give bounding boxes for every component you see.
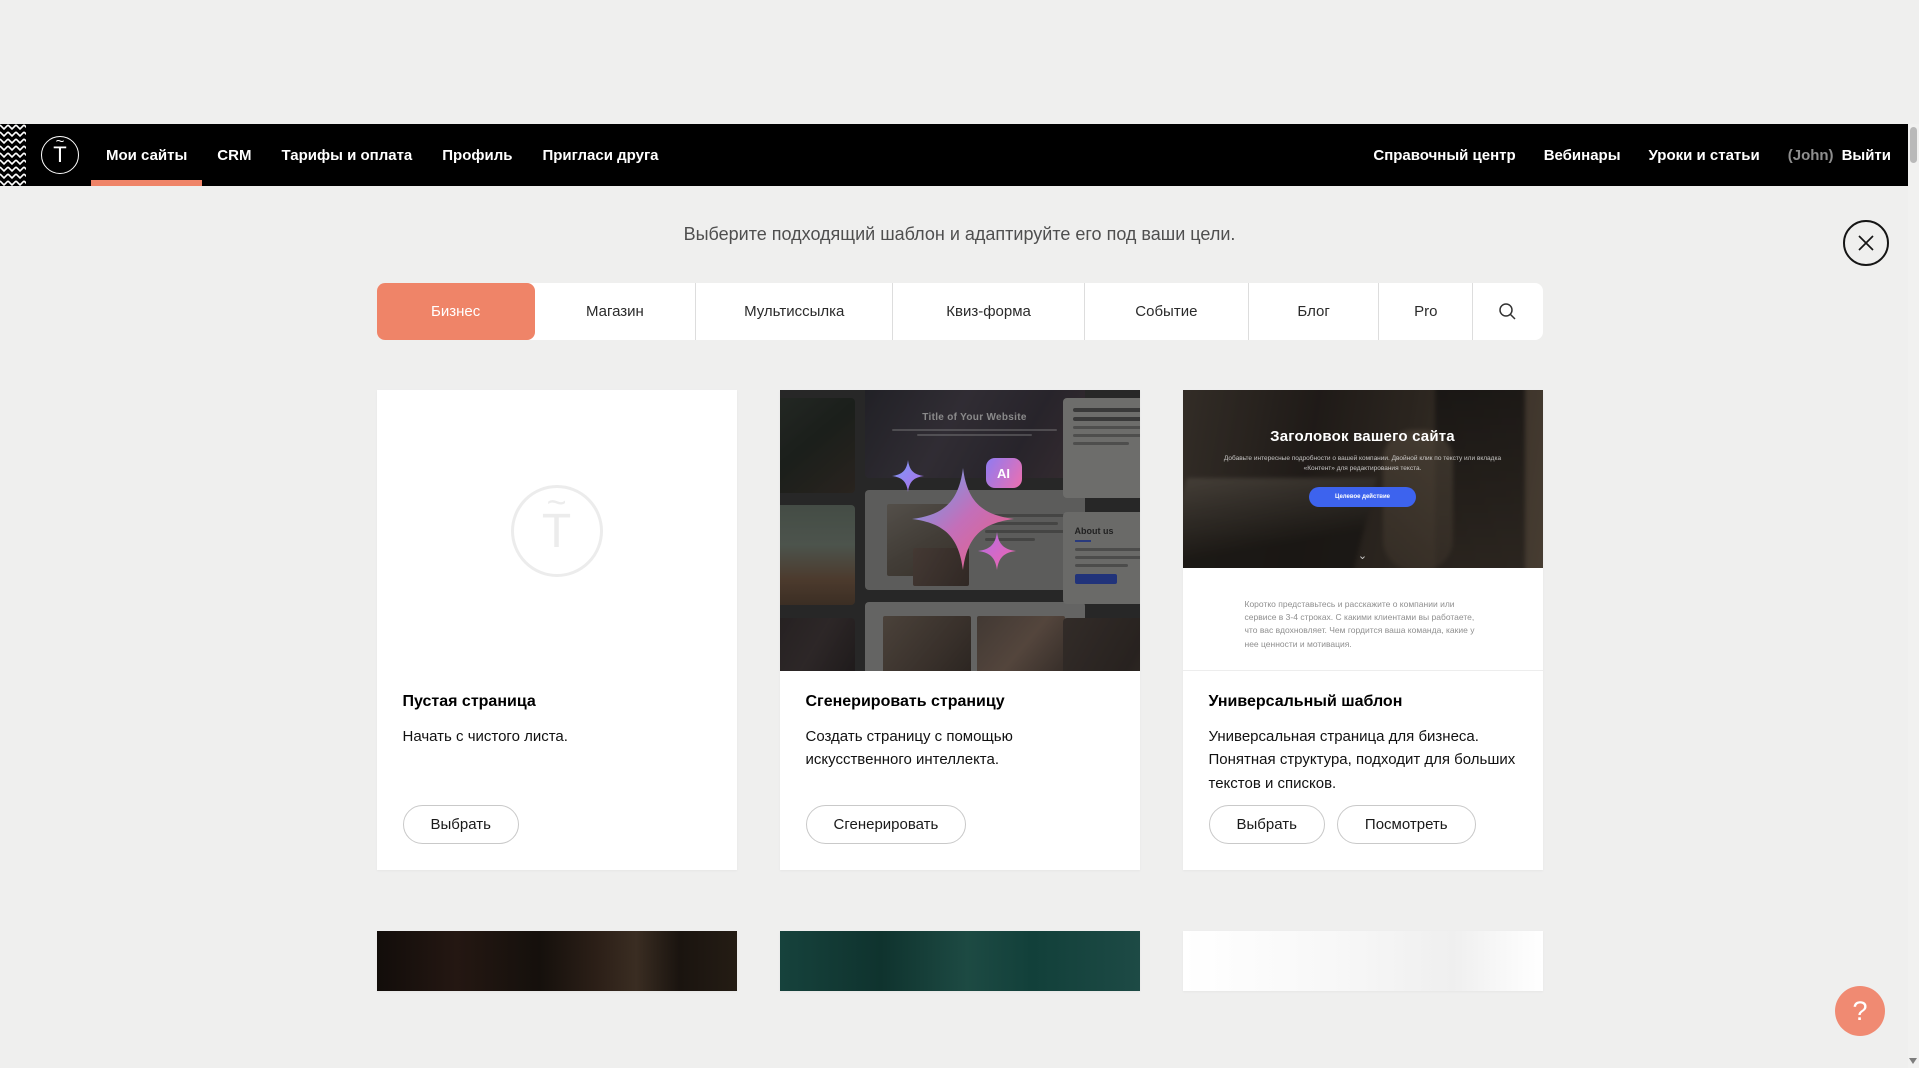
tab-pro[interactable]: Pro: [1378, 283, 1472, 340]
close-button[interactable]: [1843, 220, 1889, 266]
template-card-partial[interactable]: [377, 931, 737, 991]
preview-body-text: Коротко представьтесь и расскажите о ком…: [1245, 598, 1483, 651]
template-card-partial[interactable]: [1183, 931, 1543, 991]
search-icon: [1498, 302, 1517, 321]
universal-template-preview[interactable]: Заголовок вашего сайта Добавьте интересн…: [1183, 390, 1543, 671]
nav-item-crm[interactable]: CRM: [202, 124, 266, 186]
help-button[interactable]: ?: [1835, 986, 1885, 1036]
vertical-scrollbar[interactable]: [1908, 124, 1919, 1068]
preview-hero-text: Добавьте интересные подробности о вашей …: [1215, 454, 1510, 475]
tab-multilink[interactable]: Мультиссылка: [695, 283, 892, 340]
ai-template-preview[interactable]: Title of Your Website: [780, 390, 1140, 671]
card-title: Универсальный шаблон: [1209, 693, 1517, 711]
template-card-grid: ~ T Пустая страница Начать с чистого лис…: [377, 390, 1543, 991]
view-button[interactable]: Посмотреть: [1337, 805, 1476, 844]
tab-business[interactable]: Бизнес: [377, 283, 535, 340]
card-description: Начать с чистого листа.: [403, 725, 711, 748]
card-description: Создать страницу с помощью искусственног…: [806, 725, 1114, 772]
logout-link[interactable]: Выйти: [1836, 147, 1891, 164]
tab-event[interactable]: Событие: [1084, 283, 1248, 340]
main-menu: Мои сайты CRM Тарифы и оплата Профиль Пр…: [91, 124, 674, 186]
blank-template-preview[interactable]: ~ T: [377, 390, 737, 671]
scrollbar-down-arrow[interactable]: [1909, 1058, 1917, 1064]
card-title: Пустая страница: [403, 693, 711, 711]
chevron-down-icon: ⌄: [1183, 549, 1543, 562]
template-card-ai-generate: Title of Your Website: [780, 390, 1140, 870]
template-card-blank: ~ T Пустая страница Начать с чистого лис…: [377, 390, 737, 870]
nav-item-lessons[interactable]: Уроки и статьи: [1635, 147, 1774, 164]
nav-item-help-center[interactable]: Справочный центр: [1359, 147, 1529, 164]
tilda-watermark-icon: ~ T: [511, 485, 603, 577]
page-subtitle: Выберите подходящий шаблон и адаптируйте…: [0, 224, 1919, 245]
secondary-menu: Справочный центр Вебинары Уроки и статьи…: [1359, 124, 1919, 186]
generate-button[interactable]: Сгенерировать: [806, 805, 967, 844]
tab-quiz-form[interactable]: Квиз-форма: [892, 283, 1083, 340]
nav-item-webinars[interactable]: Вебинары: [1530, 147, 1635, 164]
preview-cta-button: Целевое действие: [1309, 487, 1416, 507]
tab-store[interactable]: Магазин: [535, 283, 695, 340]
sparkle-icon-medium: [978, 532, 1016, 570]
select-button[interactable]: Выбрать: [403, 805, 519, 844]
close-icon: [1855, 232, 1877, 254]
nav-item-profile[interactable]: Профиль: [427, 124, 527, 186]
nav-item-my-sites[interactable]: Мои сайты: [91, 124, 202, 186]
template-card-universal: Заголовок вашего сайта Добавьте интересн…: [1183, 390, 1543, 870]
tab-search[interactable]: [1472, 283, 1542, 340]
zigzag-pattern-decoration: [0, 124, 26, 186]
ai-badge: AI: [986, 458, 1022, 488]
card-title: Сгенерировать страницу: [806, 693, 1114, 711]
select-button[interactable]: Выбрать: [1209, 805, 1325, 844]
nav-item-invite-friend[interactable]: Пригласи друга: [527, 124, 673, 186]
preview-hero-title: Заголовок вашего сайта: [1270, 428, 1455, 445]
template-category-tabs: Бизнес Магазин Мультиссылка Квиз-форма С…: [377, 283, 1543, 340]
card-description: Универсальная страница для бизнеса. Поня…: [1209, 725, 1517, 795]
tilda-logo[interactable]: ~ T: [41, 136, 79, 174]
user-name: (John): [1774, 147, 1836, 164]
template-card-partial[interactable]: [780, 931, 1140, 991]
scrollbar-thumb[interactable]: [1910, 127, 1917, 163]
new-page-dialog: Новая страница Выберите подходящий шабло…: [0, 124, 1919, 991]
nav-item-tariffs[interactable]: Тарифы и оплата: [266, 124, 427, 186]
tab-blog[interactable]: Блог: [1248, 283, 1378, 340]
top-navbar: ~ T Мои сайты CRM Тарифы и оплата Профил…: [0, 124, 1919, 186]
